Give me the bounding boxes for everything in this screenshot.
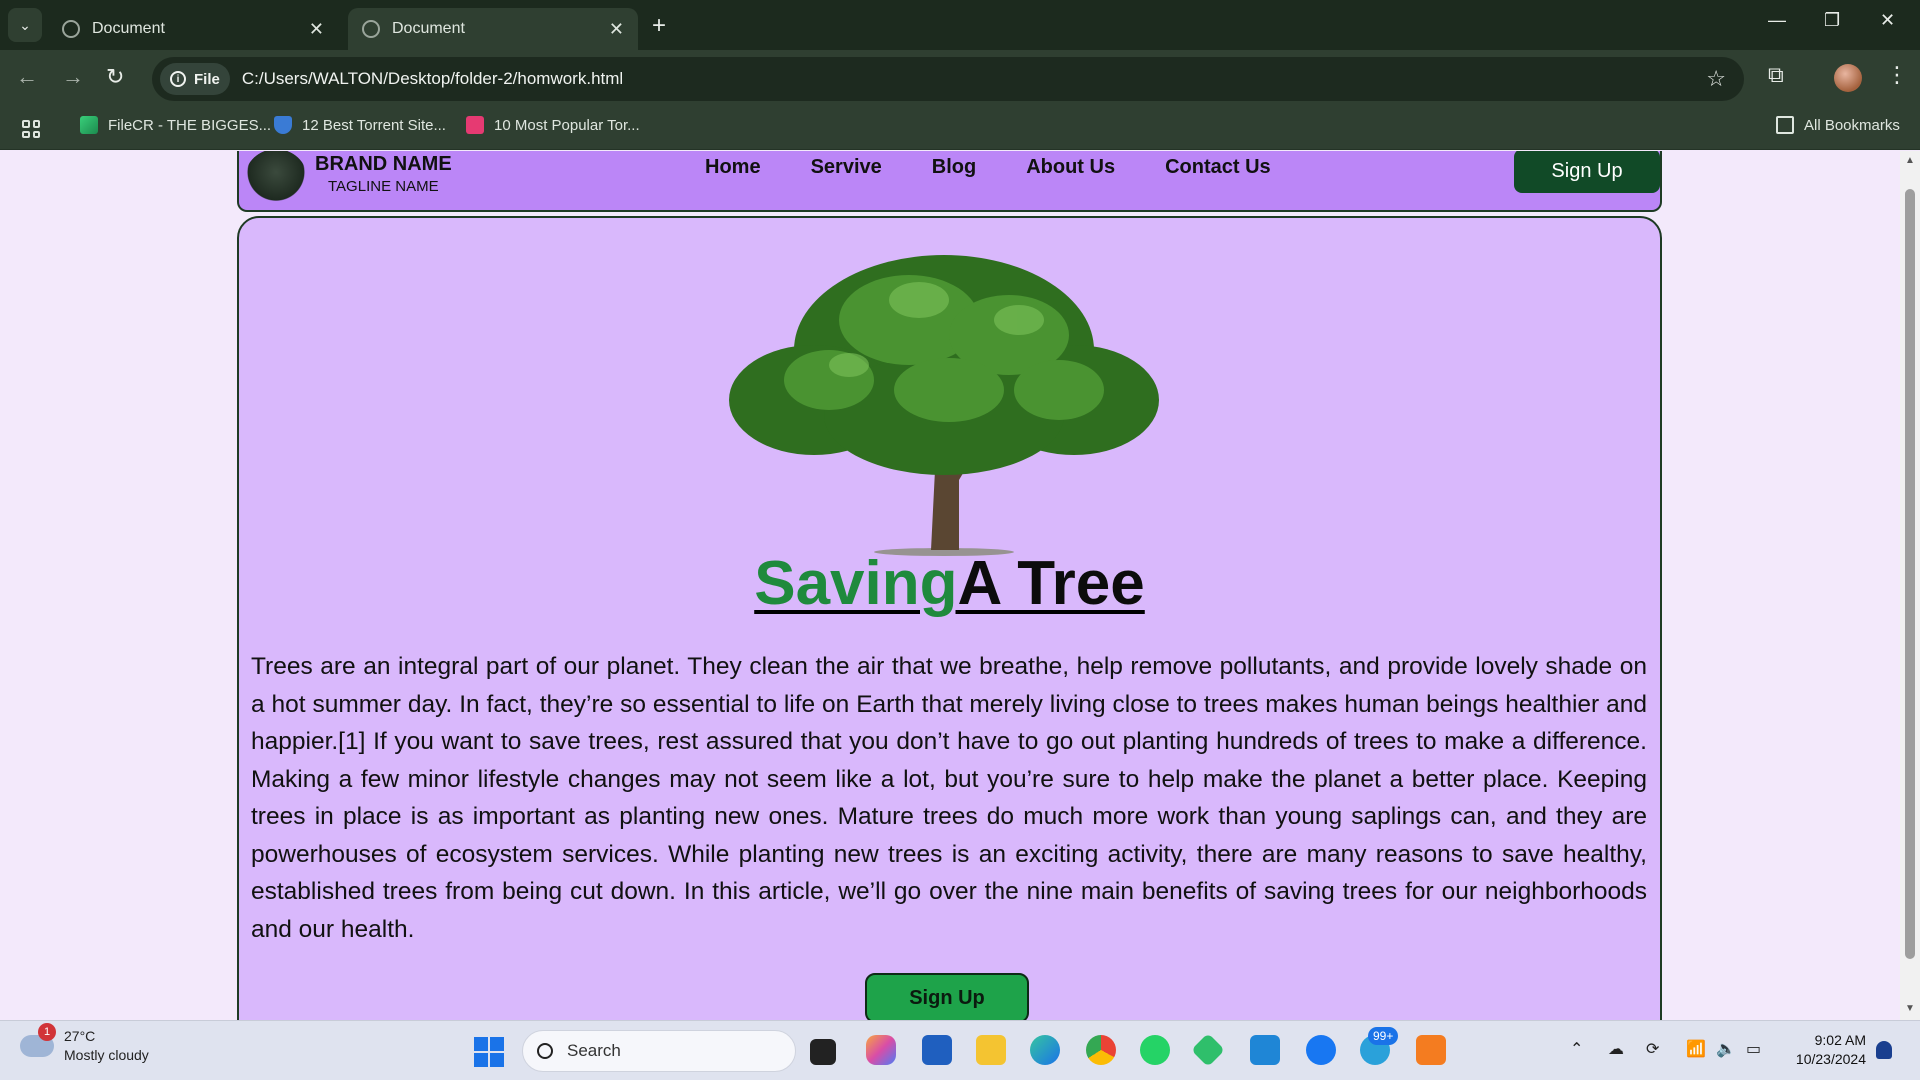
info-icon: i (170, 71, 186, 87)
shield-icon (274, 116, 292, 134)
intro-paragraph: Trees are an integral part of our planet… (251, 653, 1647, 943)
taskbar-search[interactable]: Search (522, 1030, 796, 1072)
bookmark-torrent-sites[interactable]: 12 Best Torrent Site... (274, 116, 446, 134)
wifi-icon[interactable]: 📶 (1686, 1039, 1706, 1059)
bookmarks-bar: FileCR - THE BIGGES... 12 Best Torrent S… (0, 108, 1920, 150)
telegram-badge: 99+ (1368, 1027, 1399, 1045)
tf-icon (466, 116, 484, 134)
hero-card: SavingA Tree Trees are an integral part … (237, 216, 1662, 1020)
chrome-icon[interactable] (1086, 1035, 1116, 1065)
bookmark-star-icon[interactable]: ☆ (1706, 66, 1726, 92)
nav-service[interactable]: Servive (811, 156, 882, 179)
minimize-button[interactable]: — (1768, 10, 1786, 31)
apps-grid-icon[interactable] (22, 120, 40, 138)
search-icon (537, 1043, 553, 1059)
title-saving: Saving (754, 549, 958, 618)
tagline: TAGLINE NAME (328, 178, 439, 195)
facebook-icon[interactable] (1306, 1035, 1336, 1065)
main-nav: Home Servive Blog About Us Contact Us (705, 156, 1271, 179)
back-button[interactable]: ← (16, 64, 38, 90)
tree-image (729, 255, 1159, 556)
chevron-down-icon: ⌄ (19, 16, 31, 33)
address-bar[interactable]: i File C:/Users/WALTON/Desktop/folder-2/… (152, 57, 1744, 101)
weather-badge: 1 (38, 1023, 56, 1041)
page-title: SavingA Tree (239, 548, 1660, 619)
weather-temp: 27°C (64, 1028, 96, 1044)
tab-strip: ⌄ Document ✕ Document ✕ + — ❐ ✕ (0, 0, 1920, 50)
volume-icon[interactable]: 🔈 (1716, 1039, 1736, 1059)
bookmark-label: 10 Most Popular Tor... (494, 116, 640, 134)
globe-icon (62, 20, 80, 38)
brand-name: BRAND NAME (315, 153, 452, 175)
scroll-down-icon[interactable]: ▼ (1905, 1003, 1915, 1014)
bookmark-filecr[interactable]: FileCR - THE BIGGES... (80, 116, 271, 134)
url-text[interactable]: C:/Users/WALTON/Desktop/folder-2/homwork… (242, 69, 623, 89)
site-info-chip[interactable]: i File (160, 63, 230, 95)
onedrive-icon[interactable]: ☁ (1608, 1039, 1624, 1059)
bookmark-popular-tor[interactable]: 10 Most Popular Tor... (466, 116, 640, 134)
sync-icon[interactable]: ⟳ (1646, 1039, 1659, 1059)
tab-title: Document (392, 20, 465, 37)
task-view-icon[interactable] (810, 1039, 836, 1065)
reload-button[interactable]: ↻ (106, 64, 124, 90)
all-bookmarks[interactable]: All Bookmarks (1776, 116, 1900, 134)
globe-icon (362, 20, 380, 38)
vscode-icon[interactable] (1250, 1035, 1280, 1065)
store-icon[interactable] (922, 1035, 952, 1065)
weather-widget[interactable]: 1 27°C Mostly cloudy (20, 1023, 149, 1065)
header-signup-button[interactable]: Sign Up (1514, 151, 1660, 193)
edge-icon[interactable] (1030, 1035, 1060, 1065)
bookmark-label: 12 Best Torrent Site... (302, 116, 446, 134)
page-viewport: BRAND NAME TAGLINE NAME Home Servive Blo… (0, 151, 1900, 1020)
title-a-tree: A Tree (957, 549, 1145, 618)
page-scrollbar[interactable]: ▲ ▼ (1900, 151, 1920, 1020)
forward-button[interactable]: → (62, 64, 84, 90)
browser-toolbar: ← → ↻ i File C:/Users/WALTON/Desktop/fol… (0, 50, 1920, 108)
close-tab-icon[interactable]: ✕ (309, 19, 324, 40)
tab-document-1[interactable]: Document ✕ (48, 8, 338, 50)
all-bookmarks-label: All Bookmarks (1804, 116, 1900, 134)
nav-blog[interactable]: Blog (932, 156, 976, 179)
cloud-icon: 1 (20, 1023, 56, 1057)
tab-document-2[interactable]: Document ✕ (348, 8, 638, 50)
clock-time: 9:02 AM (1814, 1032, 1866, 1048)
copilot-icon[interactable] (866, 1035, 896, 1065)
whatsapp-icon[interactable] (1140, 1035, 1170, 1065)
tab-title: Document (92, 20, 165, 37)
bookmark-label: FileCR - THE BIGGES... (108, 116, 272, 134)
restore-button[interactable]: ❐ (1824, 10, 1840, 31)
menu-kebab-icon[interactable]: ⋮ (1886, 62, 1908, 88)
chevron-up-icon[interactable]: ⌃ (1570, 1039, 1583, 1059)
weather-desc: Mostly cloudy (64, 1047, 149, 1063)
tab-search-button[interactable]: ⌄ (8, 8, 42, 42)
site-header: BRAND NAME TAGLINE NAME Home Servive Blo… (237, 151, 1662, 212)
pdf-app-icon[interactable] (1416, 1035, 1446, 1065)
notification-bell-icon[interactable] (1876, 1041, 1892, 1059)
profile-avatar[interactable] (1834, 64, 1862, 92)
nav-home[interactable]: Home (705, 156, 761, 179)
windows-start-icon[interactable] (474, 1037, 504, 1067)
search-placeholder: Search (567, 1041, 621, 1060)
scroll-thumb[interactable] (1905, 189, 1915, 959)
folder-icon (1776, 116, 1794, 134)
battery-icon[interactable]: ▭ (1746, 1039, 1761, 1059)
scroll-up-icon[interactable]: ▲ (1905, 155, 1915, 166)
system-clock[interactable]: 9:02 AM 10/23/2024 (1786, 1031, 1866, 1069)
filecr-icon (80, 116, 98, 134)
clock-date: 10/23/2024 (1795, 1051, 1866, 1067)
cta-signup-button[interactable]: Sign Up (865, 973, 1029, 1020)
taskbar: 1 27°C Mostly cloudy Search 99+ ⌃ ☁ ⟳ 📶 … (0, 1020, 1920, 1080)
close-window-button[interactable]: ✕ (1880, 10, 1895, 31)
extensions-icon[interactable]: ⧉ (1768, 62, 1784, 88)
file-explorer-icon[interactable] (976, 1035, 1006, 1065)
close-tab-icon[interactable]: ✕ (609, 19, 624, 40)
brand-logo (245, 151, 307, 207)
nav-about-us[interactable]: About Us (1026, 156, 1115, 179)
new-tab-button[interactable]: + (652, 12, 666, 40)
scheme-label: File (194, 70, 220, 88)
app-diamond-icon[interactable] (1191, 1033, 1225, 1067)
nav-contact-us[interactable]: Contact Us (1165, 156, 1271, 179)
